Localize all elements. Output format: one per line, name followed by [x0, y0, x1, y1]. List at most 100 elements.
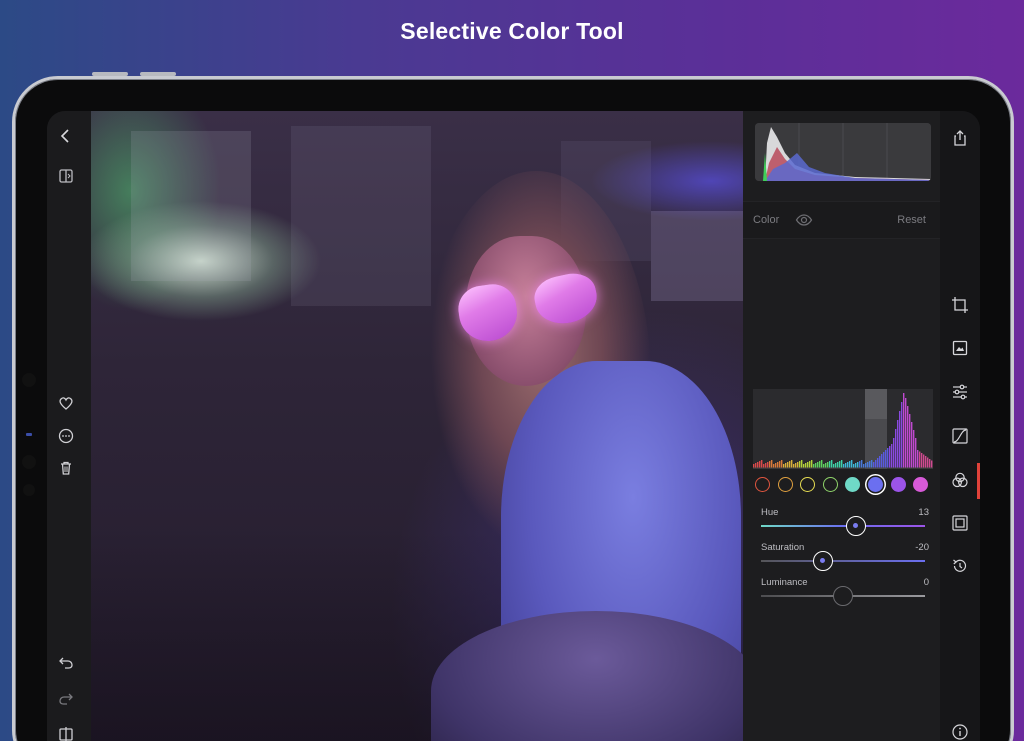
histogram-bar [813, 464, 815, 468]
right-toolbar [940, 111, 980, 741]
histogram-bar [791, 460, 793, 468]
histogram-bar [911, 422, 913, 468]
swatch-blue[interactable] [868, 477, 883, 492]
swatch-orange[interactable] [777, 477, 793, 492]
slider-track-hue[interactable] [761, 525, 925, 527]
histogram-bar [755, 463, 757, 468]
undo-icon[interactable] [57, 653, 75, 671]
active-tool-indicator [977, 463, 980, 499]
histogram-bar [825, 463, 827, 468]
slider-track-saturation[interactable] [761, 560, 925, 562]
histogram-bar [881, 454, 883, 468]
wall-decor [131, 131, 251, 281]
swatch-yellow[interactable] [800, 477, 816, 492]
color-histogram [753, 389, 933, 469]
histogram-bar [871, 460, 873, 468]
histogram-bar [817, 462, 819, 468]
compare-icon[interactable] [57, 167, 75, 185]
histogram-bar [789, 461, 791, 468]
sensor-dot [23, 484, 35, 496]
back-icon[interactable] [57, 127, 75, 145]
slider-knob-hue[interactable] [846, 516, 867, 536]
histogram-bar [761, 460, 763, 468]
histogram-bar [757, 462, 759, 468]
slider-label-saturation: Saturation [761, 542, 805, 553]
histogram-bar [905, 398, 907, 468]
histogram-bar [809, 461, 811, 468]
slider-value-luminance: 0 [923, 577, 929, 588]
reset-button[interactable]: Reset [897, 214, 926, 226]
histogram-bar [875, 460, 877, 468]
top-button [92, 72, 128, 76]
slider-value-hue: 13 [918, 507, 929, 518]
histogram-bar [839, 461, 841, 468]
swatch-magenta[interactable] [913, 477, 929, 492]
histogram-bar [903, 393, 905, 468]
histogram-bar [801, 460, 803, 468]
histogram-bar [783, 464, 785, 468]
histogram-bar [785, 463, 787, 468]
vignette-icon[interactable] [951, 514, 969, 532]
histogram-bar [793, 464, 795, 468]
histogram-bar [897, 420, 899, 468]
histogram-bar [929, 459, 931, 468]
histogram-bar [889, 446, 891, 468]
swatch-red[interactable] [755, 477, 770, 492]
slider-knob-saturation[interactable] [813, 551, 834, 571]
histogram-bar [775, 463, 777, 468]
histogram-bar [917, 450, 919, 468]
histogram-bar [855, 463, 857, 468]
top-button-2 [140, 72, 176, 76]
histogram-bar [877, 458, 879, 468]
photo-canvas[interactable] [91, 111, 743, 741]
histogram-bar [853, 464, 855, 468]
histogram-bar [815, 463, 817, 468]
histogram-bar [879, 456, 881, 468]
histogram-bar [807, 462, 809, 468]
histogram-bar [913, 430, 915, 468]
histogram-bar [863, 464, 865, 468]
redo-icon[interactable] [57, 689, 75, 707]
histogram-bar [829, 461, 831, 468]
histogram-bar [867, 462, 869, 468]
sensor-dot [22, 373, 36, 387]
crop-icon[interactable] [951, 296, 969, 314]
swatch-purple[interactable] [890, 477, 906, 492]
histogram-bar [805, 463, 807, 468]
histogram-bar [797, 462, 799, 468]
histogram-bar [901, 402, 903, 468]
info-icon[interactable] [951, 723, 969, 741]
split-view-icon[interactable] [57, 725, 75, 741]
wall-decor [651, 211, 743, 301]
swatch-aqua[interactable] [845, 477, 861, 492]
trash-icon[interactable] [57, 459, 75, 477]
histogram-bar [753, 464, 755, 468]
histogram-bar [851, 460, 853, 468]
histogram-bar [931, 460, 933, 468]
section-title: Color [753, 214, 780, 226]
histogram-bar [833, 464, 835, 468]
histogram-bar [799, 461, 801, 468]
curves-icon[interactable] [951, 427, 969, 445]
histogram-bar [893, 438, 895, 468]
swatch-green[interactable] [822, 477, 838, 492]
sensor-dot [22, 455, 36, 469]
selective-color-icon[interactable] [951, 471, 969, 489]
histogram-bar [843, 464, 845, 468]
history-icon[interactable] [951, 557, 969, 575]
more-icon[interactable] [57, 427, 75, 445]
adjustment-panel: Color Reset Hue 13 Saturation -20 Luminance 0 [743, 111, 940, 741]
adjust-icon[interactable] [951, 383, 969, 401]
eye-icon[interactable] [795, 211, 813, 229]
slider-value-saturation: -20 [915, 542, 929, 553]
histogram-bar [919, 451, 921, 468]
histogram-bar [861, 460, 863, 468]
histogram-bar [823, 464, 825, 468]
histogram-bar [803, 464, 805, 468]
presets-icon[interactable] [951, 339, 969, 357]
heart-icon[interactable] [57, 394, 75, 412]
slider-knob-luminance[interactable] [833, 586, 853, 606]
histogram-bar [821, 460, 823, 468]
share-icon[interactable] [951, 129, 969, 147]
histogram-bar [925, 456, 927, 468]
